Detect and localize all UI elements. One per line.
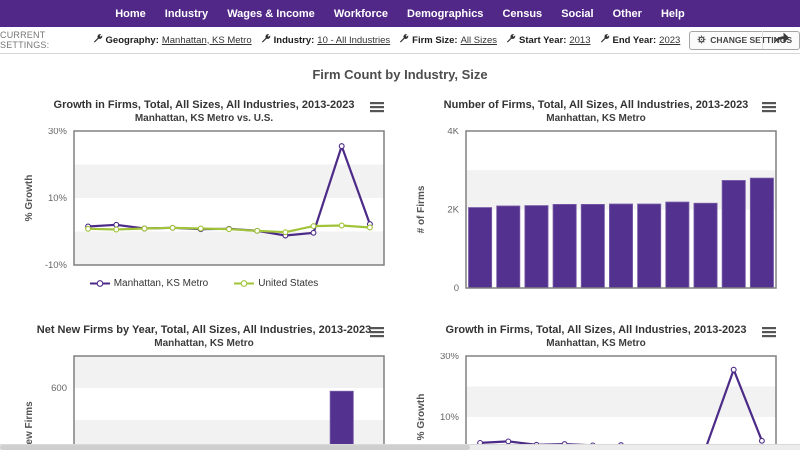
chart-grid: Growth in Firms, Total, All Sizes, All I… xyxy=(0,92,800,450)
page-title: Firm Count by Industry, Size xyxy=(312,67,488,82)
nav-item-census[interactable]: Census xyxy=(502,8,542,20)
current-settings-bar: CURRENT SETTINGS: Geography: Manhattan, … xyxy=(0,27,800,54)
chart-menu-icon[interactable] xyxy=(370,100,384,118)
setting-start-year: Start Year: 2013 xyxy=(506,33,591,47)
scrollbar-thumb[interactable] xyxy=(0,445,470,450)
wrench-icon xyxy=(93,33,103,47)
wrench-icon xyxy=(506,33,516,47)
setting-end-year: End Year: 2023 xyxy=(600,33,680,47)
svg-text:30%: 30% xyxy=(440,353,460,362)
chart-menu-icon[interactable] xyxy=(370,325,384,343)
wrench-icon xyxy=(261,33,271,47)
chart-card-number-of-firms: Number of Firms, Total, All Sizes, All I… xyxy=(408,92,784,297)
chart-subtitle: Manhattan, KS Metro vs. U.S. xyxy=(134,113,274,124)
divider xyxy=(762,31,763,49)
growth-metro-line-chart: 30%10%-10%% Growth xyxy=(408,353,784,450)
chart-subtitle: Manhattan, KS Metro xyxy=(546,338,646,349)
legend-label: United States xyxy=(258,278,319,289)
svg-text:% Growth: % Growth xyxy=(24,175,35,222)
svg-text:10%: 10% xyxy=(48,193,68,204)
horizontal-scrollbar[interactable] xyxy=(0,444,800,450)
firm-count-bar-chart: 4K 2K 0 # of Firms xyxy=(408,128,784,297)
nav-item-home[interactable]: Home xyxy=(115,8,146,20)
nav-item-demographics[interactable]: Demographics xyxy=(407,8,483,20)
svg-text:10%: 10% xyxy=(440,412,460,423)
chart-card-growth-vs-us: Growth in Firms, Total, All Sizes, All I… xyxy=(16,92,392,297)
growth-line-chart: 30% 10% -10% % Growth xyxy=(16,128,392,274)
chart-menu-icon[interactable] xyxy=(762,325,776,343)
chart-title: Number of Firms, Total, All Sizes, All I… xyxy=(443,99,749,111)
chart-subtitle: Manhattan, KS Metro xyxy=(546,113,646,124)
legend-item-manhattan[interactable]: Manhattan, KS Metro xyxy=(89,278,209,289)
chart-title: Net New Firms by Year, Total, All Sizes,… xyxy=(36,324,372,336)
industry-label: Industry: xyxy=(273,34,315,46)
setting-geography: Geography: Manhattan, KS Metro xyxy=(93,33,252,47)
end-year-label: End Year: xyxy=(612,34,657,46)
firm-size-value-link[interactable]: All Sizes xyxy=(461,35,497,46)
svg-text:# of Firms: # of Firms xyxy=(416,185,427,233)
setting-industry: Industry: 10 - All Industries xyxy=(261,33,390,47)
wrench-icon xyxy=(600,33,610,47)
wrench-icon xyxy=(399,33,409,47)
svg-text:Net New Firms: Net New Firms xyxy=(24,401,35,450)
geography-value-link[interactable]: Manhattan, KS Metro xyxy=(162,35,252,46)
legend-item-united-states[interactable]: United States xyxy=(234,278,318,289)
start-year-label: Start Year: xyxy=(519,34,567,46)
svg-text:-10%: -10% xyxy=(45,260,68,271)
svg-text:600: 600 xyxy=(51,383,67,394)
chart-title: Growth in Firms, Total, All Sizes, All I… xyxy=(53,99,355,111)
chart-card-net-new-firms: Net New Firms by Year, Total, All Sizes,… xyxy=(16,317,392,450)
svg-text:4K: 4K xyxy=(447,128,459,137)
nav-item-other[interactable]: Other xyxy=(613,8,642,20)
top-nav: Home Industry Wages & Income Workforce D… xyxy=(0,0,800,27)
geography-label: Geography: xyxy=(105,34,159,46)
svg-text:2K: 2K xyxy=(447,205,459,216)
setting-firm-size: Firm Size: All Sizes xyxy=(399,33,497,47)
svg-text:0: 0 xyxy=(454,283,459,294)
share-icon[interactable] xyxy=(773,32,790,48)
nav-item-help[interactable]: Help xyxy=(661,8,685,20)
legend-marker-icon xyxy=(89,279,110,288)
nav-item-industry[interactable]: Industry xyxy=(165,8,208,20)
chart-card-growth-metro: Growth in Firms, Total, All Sizes, All I… xyxy=(408,317,784,450)
firm-size-label: Firm Size: xyxy=(412,34,458,46)
chart-title: Growth in Firms, Total, All Sizes, All I… xyxy=(445,324,747,336)
industry-value-link[interactable]: 10 - All Industries xyxy=(317,35,390,46)
chart-menu-icon[interactable] xyxy=(762,100,776,118)
start-year-value-link[interactable]: 2013 xyxy=(569,35,590,46)
current-settings-label: CURRENT SETTINGS: xyxy=(0,30,50,50)
svg-text:% Growth: % Growth xyxy=(416,394,427,441)
chart-subtitle: Manhattan, KS Metro xyxy=(154,338,254,349)
legend-marker-icon xyxy=(234,279,255,288)
end-year-value-link[interactable]: 2023 xyxy=(659,35,680,46)
chart-legend: Manhattan, KS Metro United States xyxy=(16,278,392,289)
svg-text:30%: 30% xyxy=(48,128,68,137)
nav-item-workforce[interactable]: Workforce xyxy=(334,8,388,20)
nav-item-wages-income[interactable]: Wages & Income xyxy=(227,8,315,20)
gear-icon xyxy=(697,35,706,46)
nav-item-social[interactable]: Social xyxy=(561,8,593,20)
legend-label: Manhattan, KS Metro xyxy=(113,278,209,289)
net-new-firms-bar-chart: 600200Net New Firms xyxy=(16,353,392,450)
